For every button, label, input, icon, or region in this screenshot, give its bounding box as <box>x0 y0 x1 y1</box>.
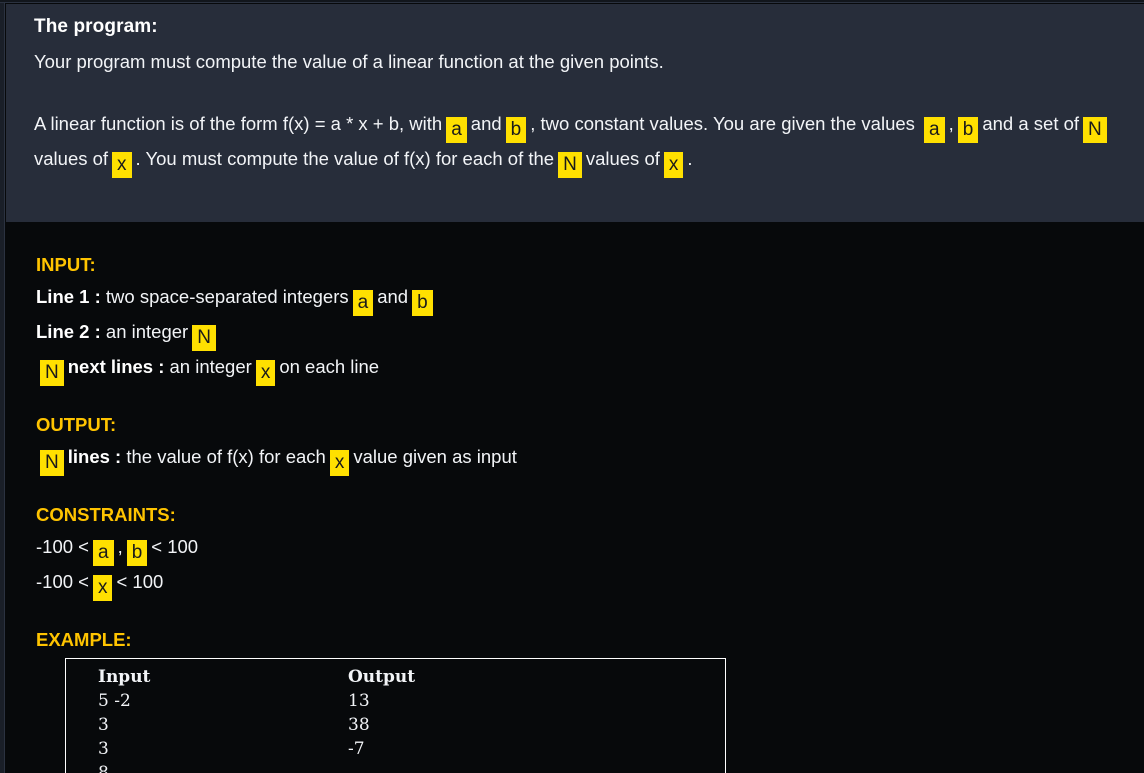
output-line-text: the value of f(x) for each <box>126 446 326 467</box>
example-output-cell <box>348 761 725 773</box>
paragraph-segment-4: , <box>948 113 954 134</box>
paragraph-segment-7: . You must compute the value of f(x) for… <box>135 148 555 169</box>
left-edge-rail <box>0 0 5 773</box>
paragraph-segment-3: , two constant values. You are given the… <box>530 113 915 134</box>
example-row: 8 <box>66 761 725 773</box>
variable-chip-x: x <box>663 152 684 178</box>
statement-title: The program: <box>34 16 158 37</box>
constraint-2-rhs: < 100 <box>116 571 164 592</box>
example-input-cell: 3 <box>98 715 109 735</box>
specification-panel: INPUT: Line 1 : two space-separated inte… <box>6 222 1144 773</box>
constraint-1-lhs: -100 < <box>36 536 89 557</box>
variable-chip-n: N <box>558 152 582 178</box>
constraint-row-2: -100 < x < 100 <box>36 566 1120 601</box>
example-input-cell: 5 -2 <box>98 691 131 711</box>
output-section-heading: OUTPUT: <box>36 414 117 435</box>
example-input-cell: 3 <box>98 739 109 759</box>
output-line-label: lines : <box>67 446 122 467</box>
constraint-row-1: -100 < a, b < 100 <box>36 531 1120 566</box>
example-output-cell: -7 <box>348 739 365 759</box>
statement-intro: Your program must compute the value of a… <box>34 51 664 72</box>
output-line-tail: value given as input <box>353 446 517 467</box>
input-line-2-label: Line 2 : <box>36 321 101 342</box>
paragraph-segment-6: values of <box>34 148 109 169</box>
top-edge-rail <box>0 0 1144 3</box>
input-section-heading: INPUT: <box>36 254 96 275</box>
variable-chip-b: b <box>957 117 979 143</box>
input-line-1-text: two space-separated integers <box>105 286 349 307</box>
input-line-3-label: next lines : <box>67 356 165 377</box>
example-row: 3 -7 <box>66 737 725 761</box>
example-output-cell: 38 <box>348 715 370 735</box>
example-row: 3 38 <box>66 713 725 737</box>
input-line-3: Nnext lines : an integer x on each line <box>36 351 1120 386</box>
constraints-section-heading: CONSTRAINTS: <box>36 504 176 525</box>
example-row: 5 -2 13 <box>66 689 725 713</box>
variable-chip-x: x <box>92 575 113 601</box>
input-line-3-text: an integer <box>169 356 252 377</box>
constraint-2-lhs: -100 < <box>36 571 89 592</box>
variable-chip-a: a <box>446 117 467 143</box>
statement-paragraph: A linear function is of the form f(x) = … <box>34 108 1120 178</box>
variable-chip-b: b <box>412 290 433 316</box>
input-line-1-conjunction: and <box>377 286 409 307</box>
example-output-header: Output <box>348 667 416 687</box>
variable-chip-x: x <box>329 450 350 476</box>
input-line-2: Line 2 : an integer N <box>36 316 1120 351</box>
variable-chip-a: a <box>924 117 945 143</box>
variable-chip-n: N <box>1083 117 1107 143</box>
input-line-1-label: Line 1 : <box>36 286 101 307</box>
paragraph-segment-2: and <box>470 113 502 134</box>
variable-chip-n: N <box>192 325 216 351</box>
example-grid: InputOutput5 -2133383-78-1 <box>66 665 725 773</box>
statement-panel: The program: Your program must compute t… <box>6 4 1144 222</box>
paragraph-segment-9: . <box>687 148 693 169</box>
variable-chip-n: N <box>40 360 64 386</box>
input-line-3-tail: on each line <box>279 356 380 377</box>
paragraph-segment-1: A linear function is of the form f(x) = … <box>34 113 443 134</box>
constraint-1-separator: , <box>117 536 123 557</box>
output-line: Nlines : the value of f(x) for each x valu… <box>36 441 1120 476</box>
input-line-2-text: an integer <box>105 321 189 342</box>
variable-chip-x: x <box>112 152 132 178</box>
example-input-header: Input <box>98 667 151 687</box>
paragraph-segment-5: and a set of <box>982 113 1080 134</box>
variable-chip-n: N <box>40 450 64 476</box>
problem-statement-page: The program: Your program must compute t… <box>0 0 1144 773</box>
example-table: InputOutput5 -2133383-78-1 <box>65 658 726 773</box>
input-line-1: Line 1 : two space-separated integers a an… <box>36 281 1120 316</box>
example-output-cell: 13 <box>348 691 370 711</box>
paragraph-segment-8: values of <box>585 148 660 169</box>
example-header-row: Input Output <box>66 665 725 689</box>
example-section-heading: EXAMPLE: <box>36 629 132 650</box>
example-input-cell: 8 <box>98 763 109 773</box>
variable-chip-a: a <box>352 290 374 316</box>
constraint-1-rhs: < 100 <box>151 536 199 557</box>
variable-chip-x: x <box>255 360 276 386</box>
variable-chip-b: b <box>505 117 527 143</box>
variable-chip-a: a <box>92 540 114 566</box>
variable-chip-b: b <box>126 540 148 566</box>
